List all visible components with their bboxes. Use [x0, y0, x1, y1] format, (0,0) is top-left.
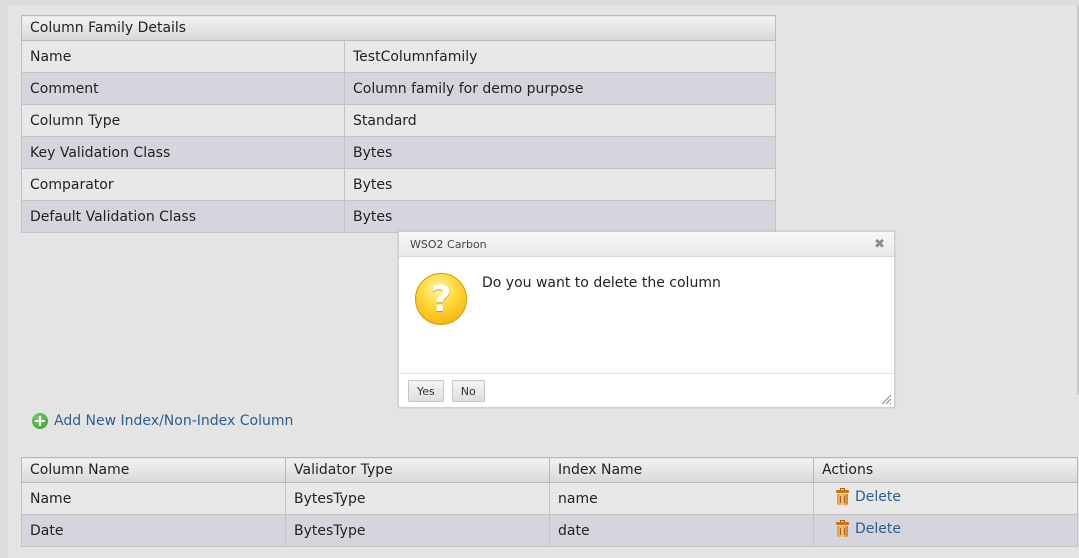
- table-row: Name BytesType name Delete: [21, 482, 1078, 515]
- dialog-message: Do you want to delete the column: [482, 275, 721, 291]
- dialog-titlebar[interactable]: WSO2 Carbon ✖: [399, 232, 894, 257]
- confirm-delete-dialog: WSO2 Carbon ✖ ? Do you want to delete th…: [398, 231, 895, 408]
- dialog-body: ? Do you want to delete the column: [399, 257, 894, 374]
- question-icon: ?: [415, 273, 467, 325]
- cell-validator-type: BytesType: [285, 482, 550, 515]
- column-header-actions: Actions: [813, 457, 1078, 483]
- cell-actions: Delete: [813, 482, 1078, 515]
- add-new-column-link[interactable]: Add New Index/Non-Index Column: [32, 413, 293, 429]
- delete-label: Delete: [855, 520, 901, 537]
- details-key: Comparator: [21, 168, 345, 201]
- details-row: Name TestColumnfamily: [21, 40, 776, 73]
- details-key: Key Validation Class: [21, 136, 345, 169]
- details-row: Default Validation Class Bytes: [21, 200, 776, 233]
- details-value: Standard: [344, 104, 776, 137]
- delete-label: Delete: [855, 488, 901, 505]
- no-button[interactable]: No: [451, 380, 485, 402]
- dialog-title: WSO2 Carbon: [410, 237, 487, 251]
- details-key: Default Validation Class: [21, 200, 345, 233]
- column-family-details-table: Column Family Details Name TestColumnfam…: [21, 15, 776, 233]
- details-table-header: Column Family Details: [21, 15, 776, 41]
- details-key: Name: [21, 40, 345, 73]
- cell-column-name: Name: [21, 482, 286, 515]
- cell-column-name: Date: [21, 514, 286, 547]
- column-header-index-name: Index Name: [549, 457, 814, 483]
- details-key: Column Type: [21, 104, 345, 137]
- details-key: Comment: [21, 72, 345, 105]
- table-row: Date BytesType date Delete: [21, 514, 1078, 547]
- cell-index-name: date: [549, 514, 814, 547]
- delete-button[interactable]: Delete: [836, 487, 901, 505]
- details-row: Comparator Bytes: [21, 168, 776, 201]
- add-new-column-label: Add New Index/Non-Index Column: [54, 413, 294, 429]
- close-icon[interactable]: ✖: [874, 237, 885, 252]
- dialog-footer: Yes No: [399, 374, 894, 407]
- cell-index-name: name: [549, 482, 814, 515]
- details-value: Bytes: [344, 168, 776, 201]
- trash-icon: [836, 519, 849, 537]
- column-header-column-name: Column Name: [21, 457, 286, 483]
- details-row: Comment Column family for demo purpose: [21, 72, 776, 105]
- plus-circle-icon: [32, 413, 48, 429]
- cell-validator-type: BytesType: [285, 514, 550, 547]
- details-value: TestColumnfamily: [344, 40, 776, 73]
- details-value: Column family for demo purpose: [344, 72, 776, 105]
- yes-button[interactable]: Yes: [408, 380, 444, 402]
- column-header-validator-type: Validator Type: [285, 457, 550, 483]
- details-value: Bytes: [344, 136, 776, 169]
- columns-table: Column Name Validator Type Index Name Ac…: [21, 457, 1078, 547]
- delete-button[interactable]: Delete: [836, 519, 901, 537]
- resize-grip-icon[interactable]: [880, 393, 892, 405]
- details-row: Column Type Standard: [21, 104, 776, 137]
- details-row: Key Validation Class Bytes: [21, 136, 776, 169]
- cell-actions: Delete: [813, 514, 1078, 547]
- trash-icon: [836, 487, 849, 505]
- details-value: Bytes: [344, 200, 776, 233]
